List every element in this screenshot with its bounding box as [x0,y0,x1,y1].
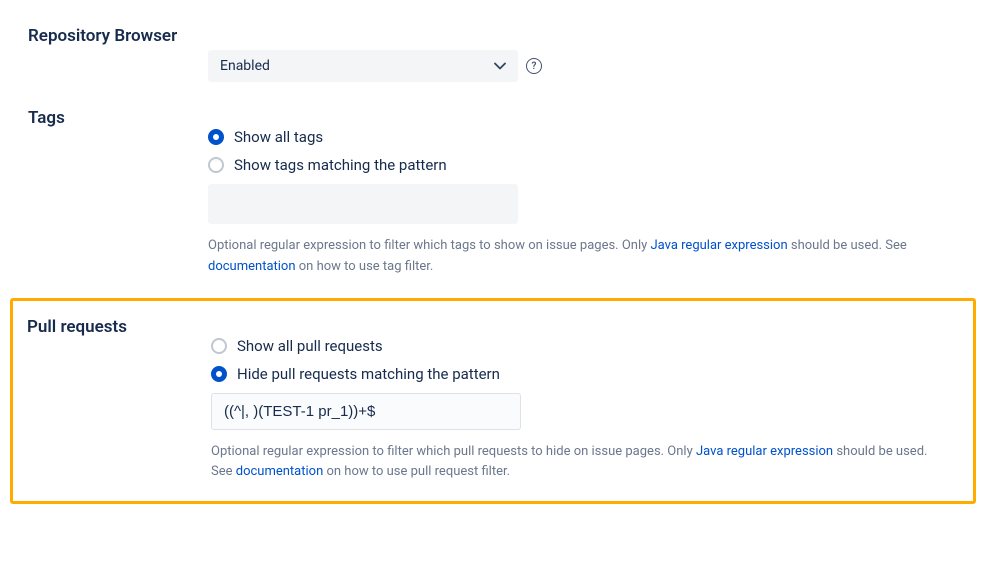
chevron-down-icon [494,59,506,73]
tags-radio-all-label: Show all tags [234,128,323,146]
tags-radio-pattern-label: Show tags matching the pattern [234,156,447,174]
tags-help-text: Optional regular expression to filter wh… [208,236,948,278]
help-icon[interactable]: ? [526,58,542,74]
pull-requests-highlight: Pull requests Show all pull requests Hid… [10,298,976,505]
pr-radio-all[interactable]: Show all pull requests [211,337,959,355]
pull-requests-label: Pull requests [27,313,211,337]
pr-pattern-input[interactable] [211,393,521,430]
java-regex-link[interactable]: Java regular expression [651,238,788,253]
repository-browser-row: Repository Browser Enabled ? [28,20,958,82]
documentation-link[interactable]: documentation [236,464,324,479]
pr-help-text: Optional regular expression to filter wh… [211,442,951,484]
pr-radio-all-label: Show all pull requests [237,337,383,355]
radio-icon [211,366,227,382]
java-regex-link[interactable]: Java regular expression [696,444,833,459]
radio-icon [208,157,224,173]
radio-icon [208,129,224,145]
repo-browser-select[interactable]: Enabled [208,50,518,82]
tags-radio-all[interactable]: Show all tags [208,128,958,146]
tags-radio-pattern[interactable]: Show tags matching the pattern [208,156,958,174]
pr-radio-pattern[interactable]: Hide pull requests matching the pattern [211,365,959,383]
tags-label: Tags [28,102,208,128]
repository-browser-label: Repository Browser [28,20,208,46]
pull-requests-row: Pull requests Show all pull requests Hid… [27,313,959,484]
tags-row: Tags Show all tags Show tags matching th… [28,102,958,278]
repo-browser-select-value: Enabled [220,58,270,74]
radio-icon [211,338,227,354]
documentation-link[interactable]: documentation [208,259,296,274]
pr-radio-pattern-label: Hide pull requests matching the pattern [237,365,500,383]
tags-pattern-input[interactable] [208,184,518,224]
repo-browser-select-wrapper: Enabled ? [208,50,958,82]
